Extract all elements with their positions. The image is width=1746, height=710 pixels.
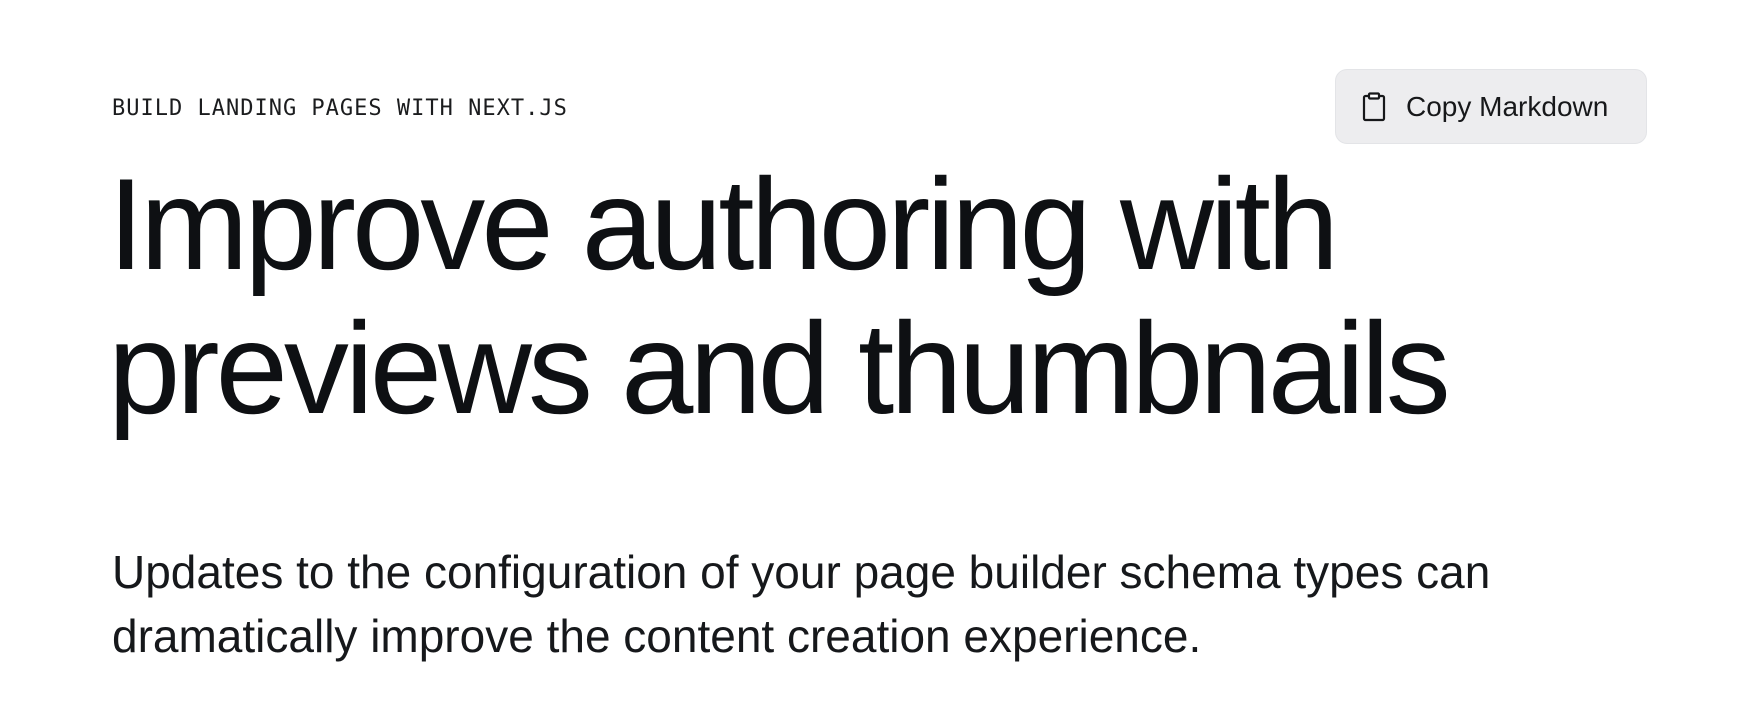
page-title-line-2: previews and thumbnails [108, 295, 1451, 441]
page-lede-line-1: Updates to the configuration of your pag… [112, 546, 1491, 598]
article-header: BUILD LANDING PAGES WITH NEXT.JS Copy Ma… [0, 0, 1746, 710]
copy-markdown-button[interactable]: Copy Markdown [1335, 69, 1647, 144]
page-lede-line-2: dramatically improve the content creatio… [112, 610, 1202, 662]
page-title-line-1: Improve authoring with [108, 151, 1339, 297]
page-lede: Updates to the configuration of your pag… [112, 540, 1672, 668]
clipboard-icon [1360, 91, 1388, 123]
copy-markdown-label: Copy Markdown [1406, 90, 1609, 122]
eyebrow-label: BUILD LANDING PAGES WITH NEXT.JS [112, 96, 568, 121]
page-title: Improve authoring with previews and thum… [108, 152, 1608, 440]
